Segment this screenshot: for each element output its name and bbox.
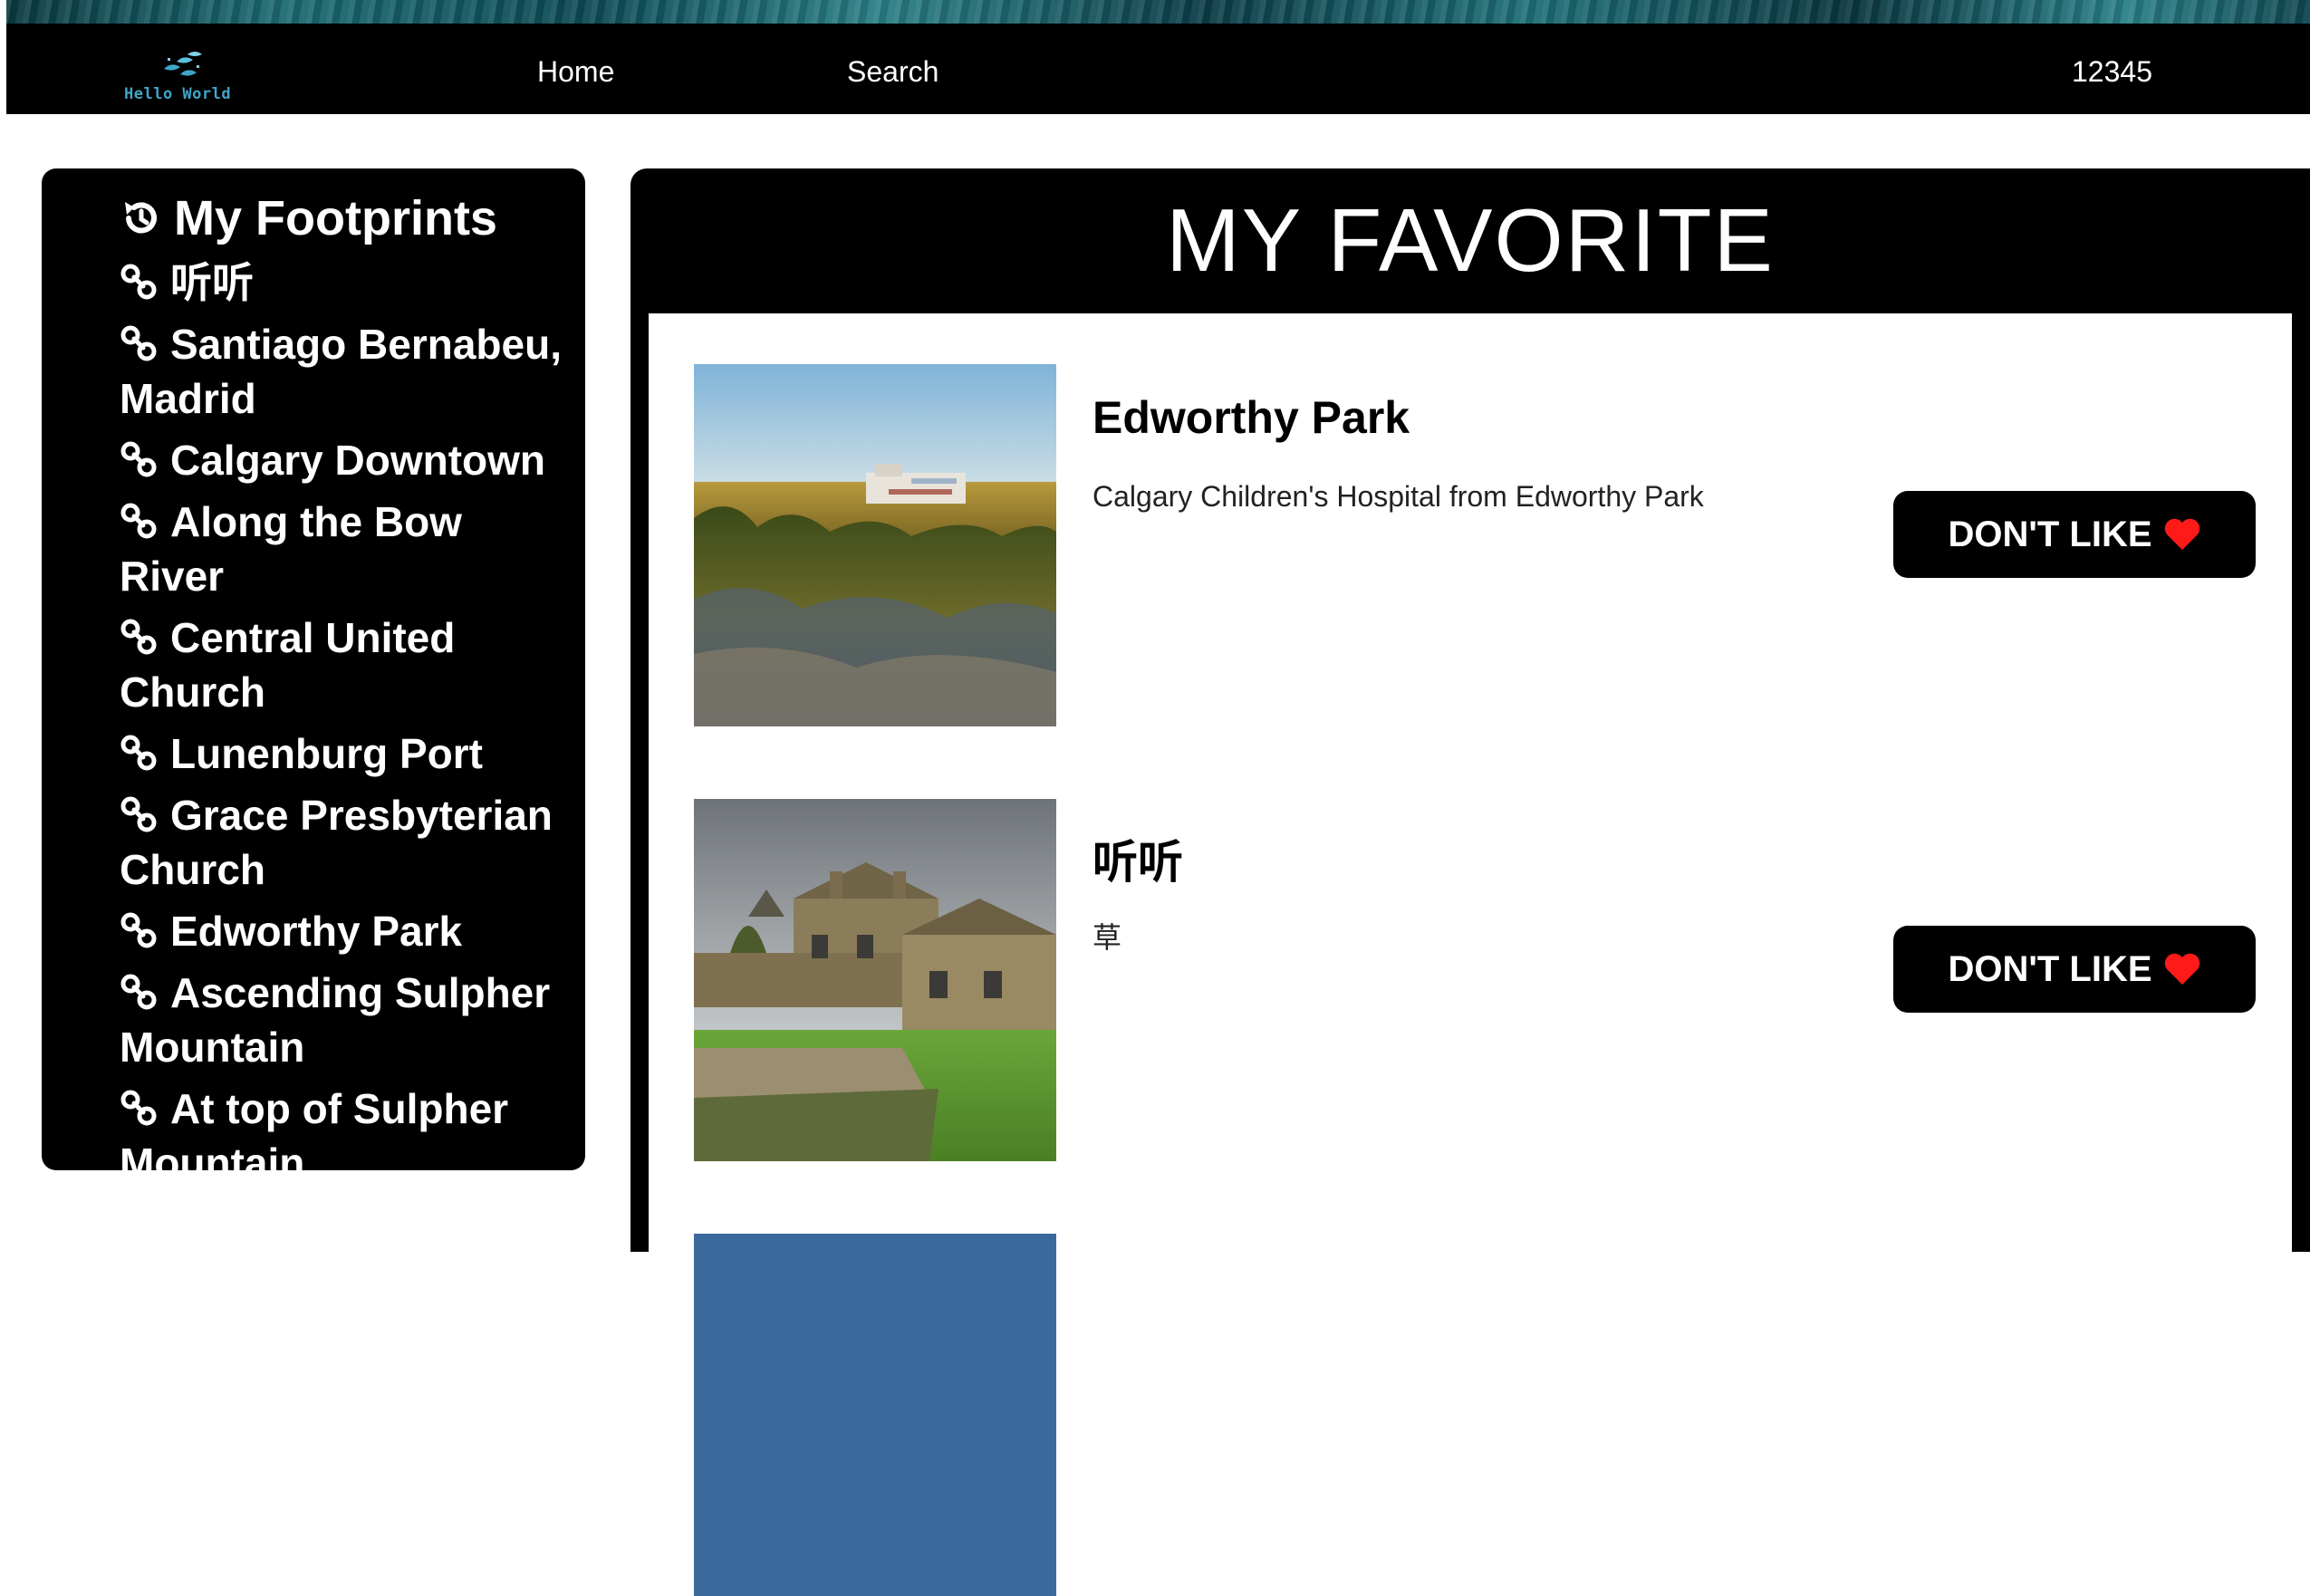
footprint-label: Santiago Bernabeu, Madrid bbox=[120, 321, 562, 422]
footprint-label: Calgary Downtown bbox=[170, 437, 546, 484]
favorite-item bbox=[649, 1234, 2292, 1596]
favorites-panel: MY FAVORITE Edworthy Park Calgary Childr… bbox=[630, 168, 2310, 1596]
footprint-item[interactable]: Lunenburg Port bbox=[120, 726, 573, 781]
footprint-label: Along the Bow River bbox=[120, 498, 462, 600]
sidebar-title-label: My Footprints bbox=[174, 191, 497, 245]
footprint-list: 听听 Santiago Bernabeu, Madrid Calgary Dow… bbox=[120, 255, 585, 1190]
link-icon bbox=[120, 1090, 157, 1126]
link-icon bbox=[120, 503, 157, 539]
footprint-label: At top of Sulpher Mountain bbox=[120, 1085, 509, 1187]
link-icon bbox=[120, 912, 157, 948]
favorite-thumbnail[interactable] bbox=[694, 1234, 1056, 1596]
dont-like-label: DON'T LIKE bbox=[1948, 948, 2152, 989]
favorite-description: Calgary Children's Hospital from Edworth… bbox=[1092, 480, 1704, 513]
logo[interactable]: Hello World bbox=[124, 49, 242, 103]
footprint-label: Ascending Sulpher Mountain bbox=[120, 969, 551, 1071]
footprint-label: 听听 bbox=[170, 259, 254, 306]
favorite-item: 听听 草 DON'T LIKE bbox=[649, 799, 2292, 1161]
favorite-item: Edworthy Park Calgary Children's Hospita… bbox=[649, 364, 2292, 726]
dont-like-label: DON'T LIKE bbox=[1948, 514, 2152, 554]
footprint-item[interactable]: Grace Presbyterian Church bbox=[120, 788, 573, 897]
logo-fish-icon bbox=[164, 52, 202, 76]
footprint-label: Lunenburg Port bbox=[170, 730, 483, 777]
nav-home-link[interactable]: Home bbox=[537, 57, 614, 86]
nav-search-link[interactable]: Search bbox=[847, 57, 938, 86]
header-banner-image bbox=[6, 0, 2310, 24]
link-icon bbox=[120, 325, 157, 361]
link-icon bbox=[120, 264, 157, 300]
footprint-item[interactable]: At top of Sulpher Mountain bbox=[120, 1082, 573, 1190]
history-icon bbox=[125, 202, 157, 234]
favorite-name[interactable]: 听听 bbox=[1092, 826, 1183, 891]
footprints-sidebar: My Footprints 听听 Santiago Bernabeu, Madr… bbox=[42, 168, 585, 1187]
link-icon bbox=[120, 735, 157, 771]
footprint-item[interactable]: Central United Church bbox=[120, 611, 573, 719]
nav-user-link[interactable]: 12345 bbox=[2072, 57, 2152, 86]
favorite-name[interactable]: Edworthy Park bbox=[1092, 391, 1410, 444]
heart-icon bbox=[2164, 518, 2199, 550]
footprint-item[interactable]: 听听 bbox=[120, 255, 573, 310]
sidebar-title: My Footprints bbox=[120, 194, 585, 243]
dont-like-button[interactable]: DON'T LIKE bbox=[1893, 491, 2256, 578]
favorite-thumbnail[interactable] bbox=[694, 364, 1056, 726]
footprint-label: Edworthy Park bbox=[170, 908, 463, 955]
page-title: MY FAVORITE bbox=[1166, 189, 1775, 290]
favorite-thumbnail[interactable] bbox=[694, 799, 1056, 1161]
link-icon bbox=[120, 796, 157, 832]
favorites-list: Edworthy Park Calgary Children's Hospita… bbox=[649, 313, 2292, 1596]
footprint-item[interactable]: Edworthy Park bbox=[120, 904, 573, 958]
top-navbar: Hello World Home Search 12345 bbox=[6, 24, 2310, 114]
footprint-label: Central United Church bbox=[120, 614, 456, 716]
footprint-item[interactable]: Calgary Downtown bbox=[120, 433, 573, 487]
footprint-label: Grace Presbyterian Church bbox=[120, 792, 553, 893]
heart-icon bbox=[2164, 953, 2199, 985]
footprint-item[interactable]: Santiago Bernabeu, Madrid bbox=[120, 317, 573, 426]
footprint-item[interactable]: Ascending Sulpher Mountain bbox=[120, 966, 573, 1074]
link-icon bbox=[120, 441, 157, 477]
logo-text: Hello World bbox=[124, 85, 232, 103]
footprint-item[interactable]: Along the Bow River bbox=[120, 495, 573, 603]
link-icon bbox=[120, 619, 157, 655]
favorite-description: 草 bbox=[1092, 921, 1122, 954]
link-icon bbox=[120, 974, 157, 1010]
dont-like-button[interactable]: DON'T LIKE bbox=[1893, 926, 2256, 1013]
